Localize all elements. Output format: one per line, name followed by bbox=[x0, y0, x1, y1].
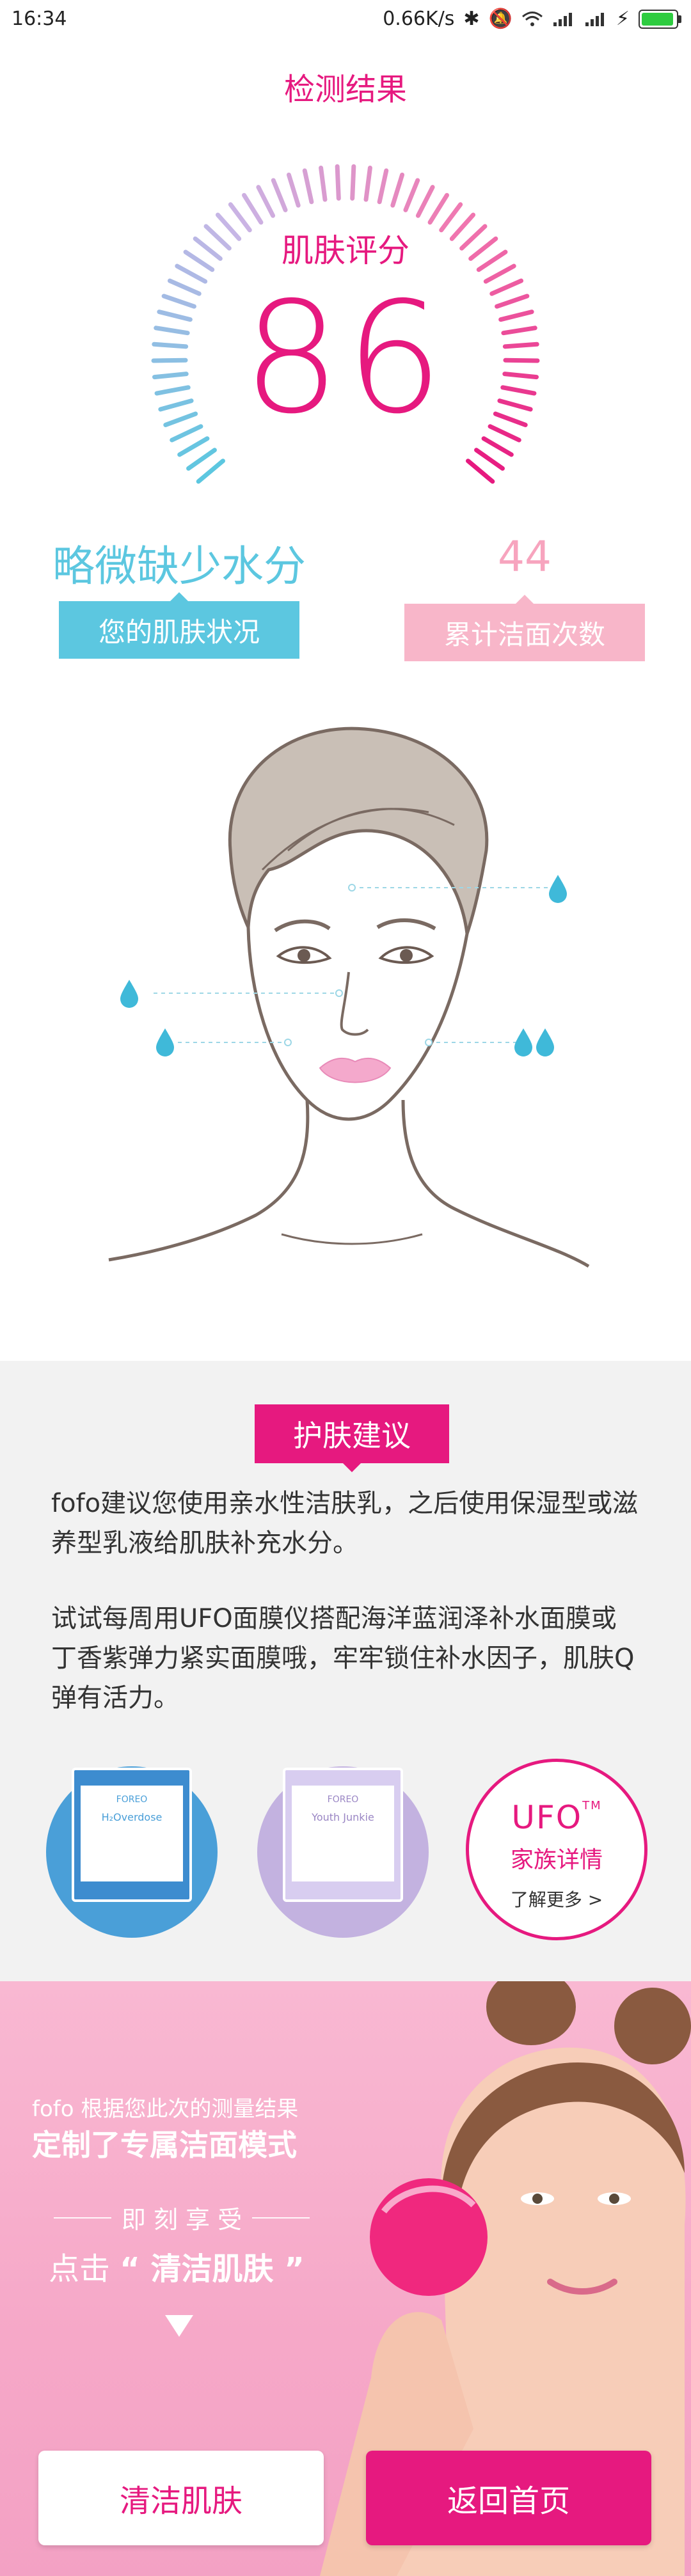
water-drop-icon bbox=[156, 1028, 174, 1056]
arrow-down-icon bbox=[165, 2315, 193, 2337]
product-blue-mask[interactable]: FOREO H₂Overdose bbox=[46, 1766, 218, 1938]
advice-badge-label: 护肤建议 bbox=[293, 1418, 411, 1453]
wifi-icon bbox=[521, 11, 543, 26]
neck-shoulders bbox=[108, 1099, 310, 1262]
advice-paragraph-2: 试试每周用UFO面膜仪搭配海洋蓝润泽补水面膜或丁香紫弹力紧实面膜哦，牢牢锁住补水… bbox=[51, 1604, 635, 1713]
gauge-tick bbox=[186, 448, 217, 471]
status-time: 16:34 bbox=[12, 8, 67, 30]
gauge-tick bbox=[466, 459, 495, 484]
wash-count-value: 44 bbox=[498, 532, 552, 581]
wash-count-label: 累计洁面次数 bbox=[443, 618, 605, 650]
page-title: 检测结果 bbox=[283, 72, 407, 107]
blue-mask-package: FOREO H₂Overdose bbox=[72, 1768, 192, 1902]
skin-status-chip: 您的肌肤状况 bbox=[59, 592, 299, 659]
gauge-tick bbox=[319, 165, 328, 202]
water-drop-icon bbox=[549, 875, 567, 903]
gauge-tick bbox=[350, 164, 356, 201]
gauge-tick bbox=[177, 436, 210, 457]
gauge-tick bbox=[390, 172, 405, 208]
clean-skin-label: 清洁肌肤 bbox=[119, 2483, 242, 2519]
water-drop-icon bbox=[536, 1028, 554, 1056]
back-home-label: 返回首页 bbox=[447, 2483, 570, 2519]
status-bar: 16:34 0.66K/s ✱ 🔕 ⚡ bbox=[0, 0, 691, 41]
ufo-family-subtitle: 家族详情 bbox=[510, 1847, 603, 1873]
gauge-tick bbox=[377, 168, 389, 205]
promo-click-target: “ 清洁肌肤 ” bbox=[120, 2251, 305, 2287]
product-purple-mask[interactable]: FOREO Youth Junkie bbox=[257, 1766, 429, 1938]
promo-line-2: 定制了专属洁面模式 bbox=[32, 2128, 297, 2162]
skin-status-value: 略微缺少水分 bbox=[52, 542, 306, 591]
advice-badge: 护肤建议 bbox=[255, 1404, 449, 1472]
charging-icon: ⚡ bbox=[616, 8, 630, 30]
promo-click-line: 点击 “ 清洁肌肤 ” bbox=[49, 2243, 305, 2288]
foreo-device-icon bbox=[370, 2178, 488, 2296]
gauge-tick bbox=[427, 192, 449, 225]
water-drop-icon bbox=[514, 1028, 532, 1056]
promo-enjoy: 即 刻 享 受 bbox=[54, 2200, 310, 2235]
purple-mask-package: FOREO Youth Junkie bbox=[283, 1768, 403, 1902]
blue-mask-name: H₂Overdose bbox=[101, 1811, 163, 1823]
signal-icon-2 bbox=[585, 12, 604, 26]
gauge-tick bbox=[286, 172, 301, 208]
hair-shape bbox=[228, 726, 489, 934]
gauge-tick bbox=[363, 165, 372, 202]
ufo-family-more-link[interactable]: 了解更多 > bbox=[469, 1886, 644, 1912]
gauge-tick bbox=[302, 168, 314, 205]
skin-status-label: 您的肌肤状况 bbox=[98, 616, 260, 648]
face-illustration bbox=[108, 726, 590, 1268]
battery-icon bbox=[639, 9, 681, 29]
gauge-tick bbox=[415, 185, 435, 218]
blue-mask-brand: FOREO bbox=[116, 1795, 148, 1805]
water-drop-icon bbox=[120, 980, 138, 1008]
mute-bell-icon: 🔕 bbox=[488, 8, 512, 30]
gauge-tick bbox=[403, 178, 420, 212]
promo-click-prefix: 点击 bbox=[49, 2251, 111, 2287]
gauge-tick bbox=[335, 164, 341, 201]
status-icons: 0.66K/s ✱ 🔕 ⚡ bbox=[383, 8, 681, 30]
gauge-tick bbox=[256, 185, 276, 218]
score-label: 肌肤评分 bbox=[282, 232, 409, 269]
gauge-tick bbox=[474, 448, 505, 471]
wash-count-chip: 累计洁面次数 bbox=[404, 595, 645, 661]
gauge-tick bbox=[481, 436, 514, 457]
lips bbox=[319, 1057, 392, 1083]
purple-mask-brand: FOREO bbox=[327, 1795, 359, 1805]
network-speed: 0.66K/s bbox=[383, 8, 455, 30]
gauge-tick bbox=[196, 459, 225, 484]
ufo-family-title: UFOTM bbox=[511, 1799, 602, 1836]
gauge-tick bbox=[242, 192, 264, 225]
score-value: 86 bbox=[242, 269, 449, 448]
ufo-family-link[interactable]: UFOTM 家族详情 了解更多 > bbox=[466, 1759, 647, 1940]
signal-icon bbox=[553, 12, 572, 26]
purple-mask-name: Youth Junkie bbox=[312, 1811, 374, 1823]
advice-paragraph-1: fofo建议您使用亲水性洁肤乳，之后使用保湿型或滋养型乳液给肌肤补充水分。 bbox=[51, 1489, 639, 1558]
promo-enjoy-label: 即 刻 享 受 bbox=[121, 2206, 242, 2234]
promo-line-1: fofo 根据您此次的测量结果 bbox=[32, 2096, 299, 2122]
bluetooth-icon: ✱ bbox=[463, 8, 480, 30]
back-home-button[interactable]: 返回首页 bbox=[366, 2451, 651, 2545]
gauge-tick bbox=[271, 178, 288, 212]
clean-skin-button[interactable]: 清洁肌肤 bbox=[38, 2451, 324, 2545]
